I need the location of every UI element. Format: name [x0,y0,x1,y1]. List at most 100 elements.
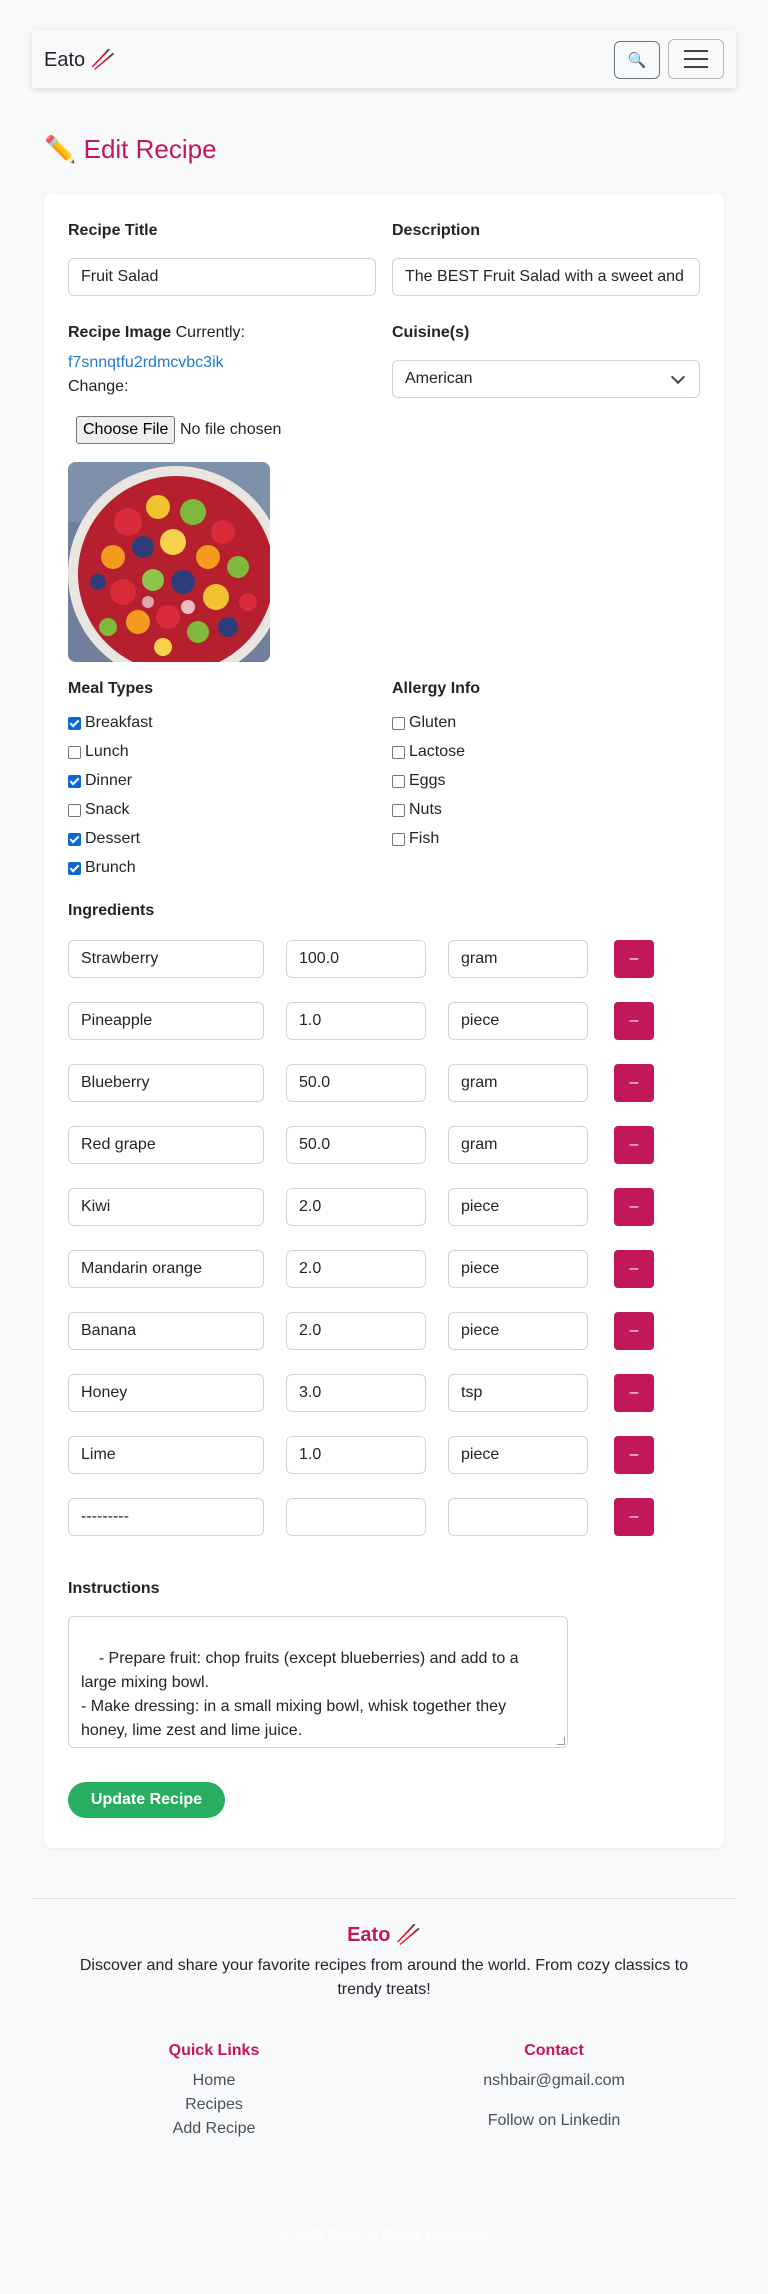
ingredient-unit-input[interactable]: gram [448,1126,588,1164]
choose-file-button[interactable]: Choose File [76,416,176,444]
meal-type-checkbox[interactable] [68,745,81,759]
allergy-checkbox[interactable] [392,832,405,846]
remove-ingredient-button[interactable]: – [614,1064,654,1102]
meal-type-label: Breakfast [85,714,153,731]
remove-ingredient-button[interactable]: – [614,1498,654,1536]
footer-divider [32,1898,736,1899]
remove-ingredient-button[interactable]: – [614,940,654,978]
current-image-link[interactable]: f7snnqtfu2rdmcvbc3ik [68,354,224,372]
ingredient-unit-input[interactable] [448,1498,588,1536]
cuisine-select[interactable]: American [392,360,700,398]
ingredient-unit-input[interactable]: piece [448,1002,588,1040]
allergy-label: Lactose [409,743,466,760]
instructions-text: - Prepare fruit: chop fruits (except blu… [81,1650,519,1747]
description-label: Description [392,222,481,239]
ingredient-row: Banana 2.0 piece – [68,1312,708,1350]
ingredient-row: Mandarin orange 2.0 piece – [68,1250,708,1288]
meal-type-label: Dessert [85,830,141,847]
ingredient-name-input[interactable]: Honey [68,1374,264,1412]
footer-link-home[interactable]: Home [64,2072,364,2090]
ingredient-name-input[interactable]: --------- [68,1498,264,1536]
ingredient-row: Kiwi 2.0 piece – [68,1188,708,1226]
meal-type-option[interactable]: Brunch [68,859,136,877]
meal-type-checkbox[interactable] [68,716,81,730]
remove-ingredient-button[interactable]: – [614,1436,654,1474]
brand-logo[interactable]: Eato 🥢 [44,47,116,72]
ingredient-name-input[interactable]: Strawberry [68,940,264,978]
ingredient-row: Red grape 50.0 gram – [68,1126,708,1164]
resize-handle-icon[interactable] [557,1737,565,1745]
ingredient-unit-input[interactable]: gram [448,1064,588,1102]
contact-heading: Contact [524,2042,584,2059]
footer-link-add-recipe[interactable]: Add Recipe [64,2120,364,2138]
allergy-option[interactable]: Lactose [392,743,465,761]
ingredient-quantity-input[interactable] [286,1498,426,1536]
ingredient-name-input[interactable]: Blueberry [68,1064,264,1102]
allergy-option[interactable]: Fish [392,830,439,848]
meal-type-checkbox[interactable] [68,803,81,817]
no-file-text: No file chosen [180,421,282,438]
meal-type-option[interactable]: Breakfast [68,714,153,732]
remove-ingredient-button[interactable]: – [614,1374,654,1412]
image-label: Recipe Image [68,324,172,341]
footer-link-recipes[interactable]: Recipes [64,2096,364,2114]
meal-type-option[interactable]: Snack [68,801,129,819]
allergy-checkbox[interactable] [392,745,405,759]
ingredient-name-input[interactable]: Lime [68,1436,264,1474]
linkedin-link[interactable]: Follow on Linkedin [404,2112,704,2130]
ingredient-unit-input[interactable]: gram [448,940,588,978]
remove-ingredient-button[interactable]: – [614,1250,654,1288]
allergy-checkbox[interactable] [392,803,405,817]
ingredient-quantity-input[interactable]: 2.0 [286,1250,426,1288]
ingredient-unit-input[interactable]: tsp [448,1374,588,1412]
remove-ingredient-button[interactable]: – [614,1188,654,1226]
ingredient-name-input[interactable]: Mandarin orange [68,1250,264,1288]
remove-ingredient-button[interactable]: – [614,1002,654,1040]
ingredient-quantity-input[interactable]: 50.0 [286,1126,426,1164]
ingredient-name-input[interactable]: Kiwi [68,1188,264,1226]
title-input[interactable]: Fruit Salad [68,258,376,296]
meal-type-option[interactable]: Dessert [68,830,140,848]
ingredient-quantity-input[interactable]: 100.0 [286,940,426,978]
allergy-label: Nuts [409,801,442,818]
search-button[interactable]: 🔍 [614,41,660,79]
meal-type-label: Snack [85,801,130,818]
ingredient-unit-input[interactable]: piece [448,1436,588,1474]
chevron-down-icon [670,369,686,384]
ingredient-unit-input[interactable]: piece [448,1188,588,1226]
ingredient-name-input[interactable]: Banana [68,1312,264,1350]
meal-type-checkbox[interactable] [68,832,81,846]
remove-ingredient-button[interactable]: – [614,1312,654,1350]
ingredient-quantity-input[interactable]: 50.0 [286,1064,426,1102]
ingredient-quantity-input[interactable]: 1.0 [286,1002,426,1040]
ingredient-quantity-input[interactable]: 1.0 [286,1436,426,1474]
menu-toggle-button[interactable] [668,39,724,79]
ingredient-name-input[interactable]: Pineapple [68,1002,264,1040]
meal-type-checkbox[interactable] [68,774,81,788]
meal-type-option[interactable]: Dinner [68,772,132,790]
meal-type-option[interactable]: Lunch [68,743,129,761]
allergy-option[interactable]: Eggs [392,772,445,790]
instructions-label: Instructions [68,1580,160,1597]
remove-ingredient-button[interactable]: – [614,1126,654,1164]
meal-type-label: Lunch [85,743,129,760]
ingredient-unit-input[interactable]: piece [448,1312,588,1350]
allergy-label: Allergy Info [392,680,481,697]
ingredient-quantity-input[interactable]: 2.0 [286,1188,426,1226]
ingredient-quantity-input[interactable]: 3.0 [286,1374,426,1412]
allergy-checkbox[interactable] [392,716,405,730]
instructions-textarea[interactable]: - Prepare fruit: chop fruits (except blu… [68,1616,568,1748]
ingredient-quantity-input[interactable]: 2.0 [286,1312,426,1350]
ingredient-name-input[interactable]: Red grape [68,1126,264,1164]
allergy-option[interactable]: Nuts [392,801,442,819]
fruit-salad-image [68,462,270,662]
allergy-option[interactable]: Gluten [392,714,456,732]
description-input[interactable]: The BEST Fruit Salad with a sweet and [392,258,700,296]
contact-email: nshbair@gmail.com [483,2072,625,2089]
update-recipe-button[interactable]: Update Recipe [68,1782,225,1818]
ingredients-label: Ingredients [68,902,155,919]
allergy-checkbox[interactable] [392,774,405,788]
meal-type-checkbox[interactable] [68,861,81,875]
search-icon: 🔍 [627,52,647,69]
ingredient-unit-input[interactable]: piece [448,1250,588,1288]
